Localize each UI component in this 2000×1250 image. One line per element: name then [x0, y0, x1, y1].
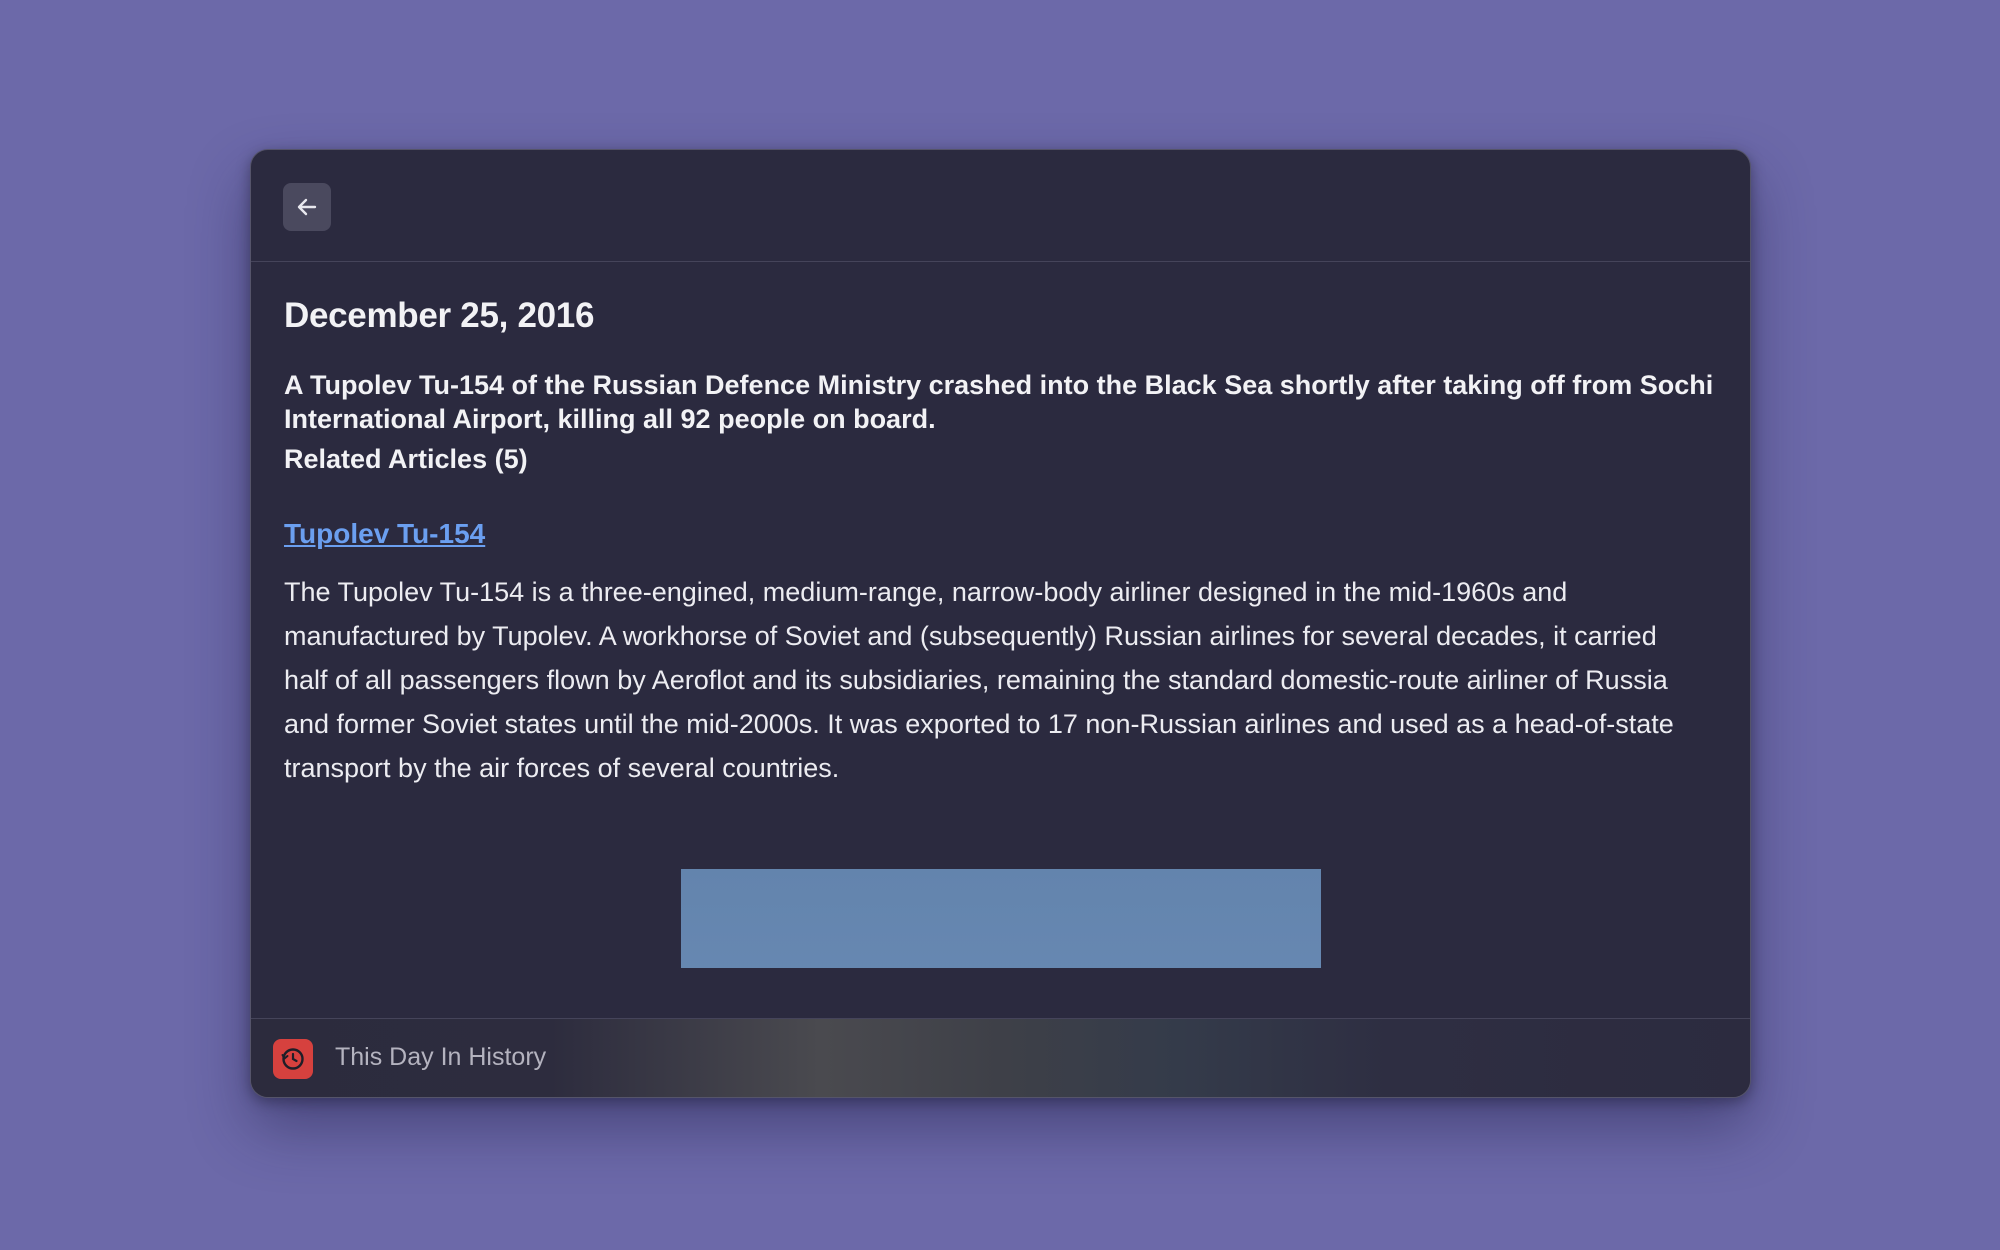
airplane-photo [681, 869, 1321, 968]
back-button[interactable] [283, 183, 331, 231]
footer-bar: This Day In History [251, 1018, 1750, 1097]
event-date: December 25, 2016 [284, 296, 595, 335]
article-image [681, 869, 1321, 968]
arrow-left-icon [297, 198, 317, 216]
history-clock-icon [273, 1039, 313, 1079]
app-name: This Day In History [335, 1043, 547, 1071]
related-articles-heading: Related Articles (5) [284, 444, 528, 474]
detail-content[interactable]: December 25, 2016 A Tupolev Tu-154 of th… [251, 262, 1750, 968]
article-extract: The Tupolev Tu-154 is a three-engined, m… [284, 577, 1674, 783]
extension-window: December 25, 2016 A Tupolev Tu-154 of th… [250, 149, 1751, 1098]
article-title-link[interactable]: Tupolev Tu-154 [284, 518, 485, 550]
event-summary: A Tupolev Tu-154 of the Russian Defence … [284, 370, 1714, 434]
window-header [251, 150, 1750, 262]
